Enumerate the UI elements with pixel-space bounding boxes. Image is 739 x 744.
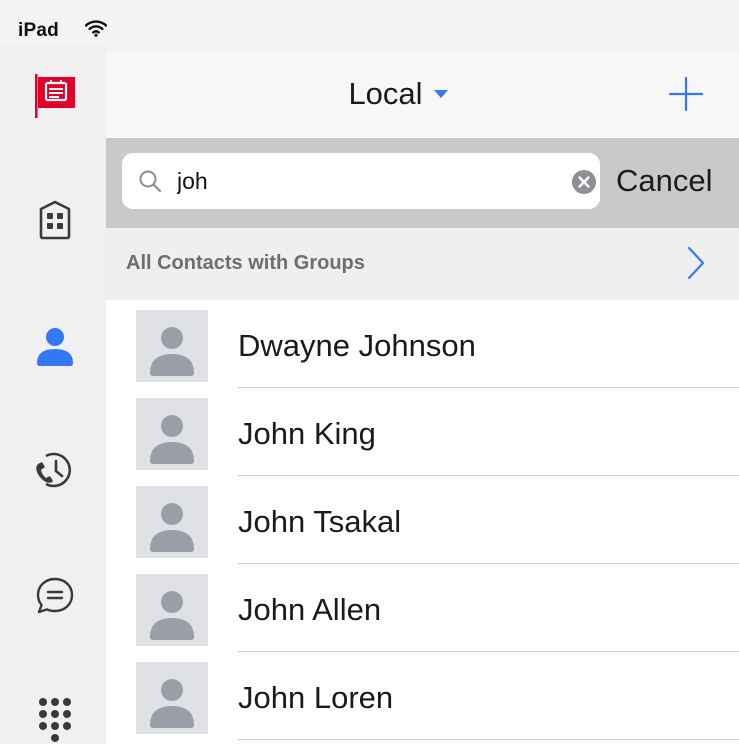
search-field[interactable] — [122, 153, 600, 209]
rail-item-keypad[interactable] — [27, 692, 83, 744]
nav-bar: Local — [106, 50, 739, 138]
avatar — [136, 662, 208, 734]
source-selector[interactable]: Local — [106, 50, 739, 138]
contact-row[interactable]: Dwayne Johnson — [106, 300, 739, 388]
building-icon — [39, 200, 71, 240]
device-label: iPad — [18, 20, 59, 41]
avatar — [136, 574, 208, 646]
contact-row[interactable]: John Tsakal — [106, 476, 739, 564]
contact-name: John Loren — [238, 680, 394, 715]
person-icon — [37, 328, 73, 366]
contacts-panel: Local joh Cancel All Contacts with Group… — [106, 50, 739, 744]
caret-down-icon — [433, 90, 448, 98]
rail-item-contacts[interactable] — [27, 318, 83, 374]
contact-name: John King — [238, 416, 376, 451]
source-selector-inner: Local — [348, 76, 448, 112]
avatar-placeholder-icon — [150, 415, 194, 464]
row-divider — [238, 739, 739, 740]
chevron-right-icon — [687, 246, 705, 280]
rail-item-directory[interactable] — [27, 192, 83, 248]
search-input[interactable] — [177, 161, 537, 201]
cancel-button[interactable]: Cancel — [616, 156, 713, 206]
rail-item-recents[interactable] — [27, 442, 83, 498]
avatar-placeholder-icon — [150, 503, 194, 552]
app-screen: iPad Local joh Cancel All Contacts with … — [0, 0, 739, 744]
nav-title: Local — [348, 76, 423, 111]
contact-name: Dwayne Johnson — [238, 328, 476, 363]
search-bar: Cancel — [106, 138, 739, 228]
contact-row[interactable]: John Allen — [106, 564, 739, 652]
dialpad-icon — [39, 698, 71, 742]
sidebar-rail — [0, 46, 106, 744]
rail-item-messages[interactable] — [27, 568, 83, 624]
contact-name: John Allen — [238, 592, 382, 627]
contact-name: John Tsakal — [238, 504, 402, 539]
avatar-placeholder-icon — [150, 591, 194, 640]
contact-row[interactable]: John King — [106, 388, 739, 476]
avatar — [136, 486, 208, 558]
clear-icon[interactable] — [571, 169, 597, 195]
phone-history-icon — [36, 452, 72, 488]
chat-bubble-icon — [36, 577, 74, 614]
app-logo-button[interactable] — [27, 68, 83, 124]
avatar — [136, 310, 208, 382]
contact-row[interactable]: John Loren — [106, 652, 739, 740]
groups-label: All Contacts with Groups — [126, 252, 365, 274]
status-bar: iPad — [0, 0, 739, 46]
search-icon — [139, 170, 162, 193]
avatar-placeholder-icon — [150, 679, 194, 728]
all-contacts-groups-row[interactable]: All Contacts with Groups — [106, 228, 739, 300]
avatar — [136, 398, 208, 470]
red-flag-logo-icon — [35, 74, 75, 118]
plus-icon[interactable] — [668, 76, 704, 112]
avatar-placeholder-icon — [150, 327, 194, 376]
contact-list: Dwayne Johnson John King John Tsakal Joh… — [106, 300, 739, 740]
wifi-icon — [85, 20, 107, 37]
